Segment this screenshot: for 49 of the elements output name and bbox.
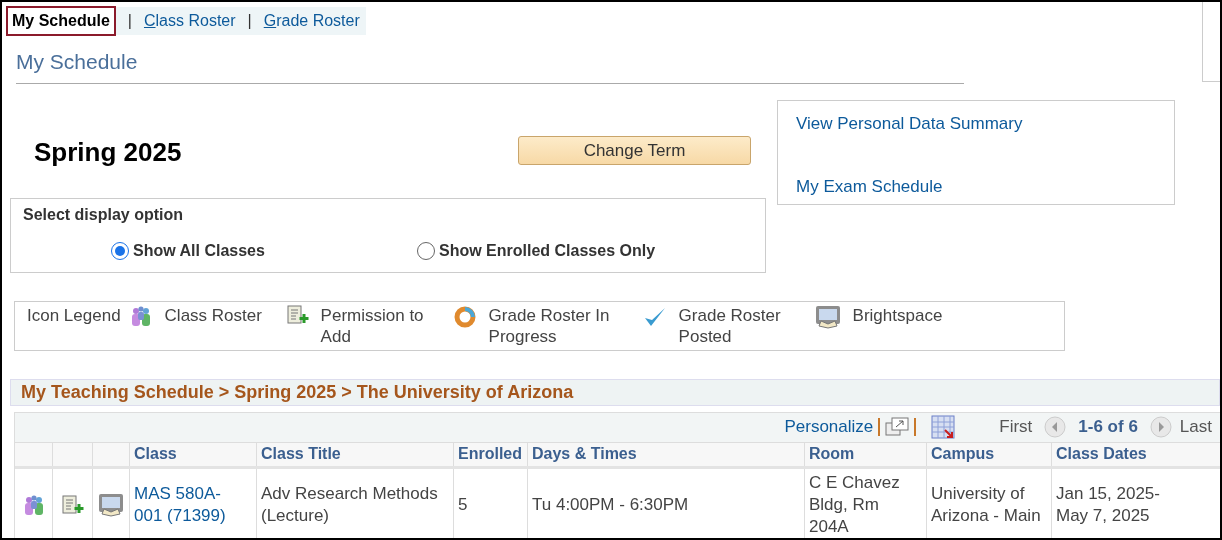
change-term-button[interactable]: Change Term <box>518 136 751 165</box>
separator: | <box>127 11 132 31</box>
page-range: 1-6 of 6 <box>1078 416 1138 439</box>
previous-icon[interactable] <box>1044 416 1067 438</box>
legend-text: Class Roster <box>164 304 263 326</box>
legend-text: Grade Roster Posted <box>678 304 782 347</box>
legend-text: Grade Roster In Progress <box>488 304 611 347</box>
term-title: Spring 2025 <box>34 136 183 169</box>
personalize-link[interactable]: Personalize <box>784 414 874 440</box>
radio-button[interactable] <box>111 241 129 260</box>
column-header: Enrolled <box>458 444 522 464</box>
nav-tab[interactable]: Class Roster <box>143 9 236 33</box>
section-label: Select display option <box>23 204 184 225</box>
nav-tab[interactable]: Grade Roster <box>263 9 360 33</box>
class-link[interactable]: MAS 580A-001 (71399) <box>134 482 230 527</box>
link[interactable]: My Exam Schedule <box>796 174 943 200</box>
column-header: Class Title <box>261 444 341 464</box>
radio-label: Show All Classes <box>133 240 265 261</box>
column-header: Class <box>134 444 177 464</box>
zoom-window-icon[interactable] <box>885 417 910 437</box>
column-header: Days & Times <box>532 444 637 464</box>
section-heading: My Teaching Schedule > Spring 2025 > The University of Arizona <box>21 380 574 404</box>
table-cell-text: Adv Research Methods (Lecture) <box>261 482 439 527</box>
link[interactable]: View Personal Data Summary <box>796 110 1023 136</box>
column-header: Campus <box>931 444 995 464</box>
document-plus-icon <box>286 304 309 325</box>
first-label: First <box>999 416 1033 439</box>
spreadsheet-download-icon[interactable] <box>931 415 956 439</box>
table-cell-text: University of Arizona - Main <box>931 482 1042 527</box>
table-cell: Tu 4:00PM - 6:30PM <box>532 493 689 516</box>
last-label: Last <box>1179 416 1212 439</box>
radio-label: Show Enrolled Classes Only <box>439 240 656 261</box>
next-icon[interactable] <box>1149 416 1172 438</box>
legend-text: Permission to Add <box>320 304 425 347</box>
radio-button[interactable] <box>417 241 435 260</box>
nav-tab[interactable]: My Schedule <box>6 6 116 36</box>
document-plus-icon[interactable] <box>61 494 84 515</box>
page-title: My Schedule <box>16 49 138 75</box>
separator: | <box>247 11 252 31</box>
column-header: Class Dates <box>1056 444 1147 464</box>
circular-arrows-icon <box>452 304 477 329</box>
table-cell: 5 <box>458 493 468 516</box>
monitor-book-icon <box>814 304 841 329</box>
column-header: Room <box>809 444 855 464</box>
table-cell-text: Jan 15, 2025-May 7, 2025 <box>1056 482 1161 527</box>
legend-label: Icon Legend <box>27 304 121 326</box>
monitor-book-icon[interactable] <box>98 492 124 517</box>
table-cell-text: C E Chavez Bldg, Rm 204A <box>809 471 901 538</box>
legend-text: Brightspace <box>852 304 944 326</box>
